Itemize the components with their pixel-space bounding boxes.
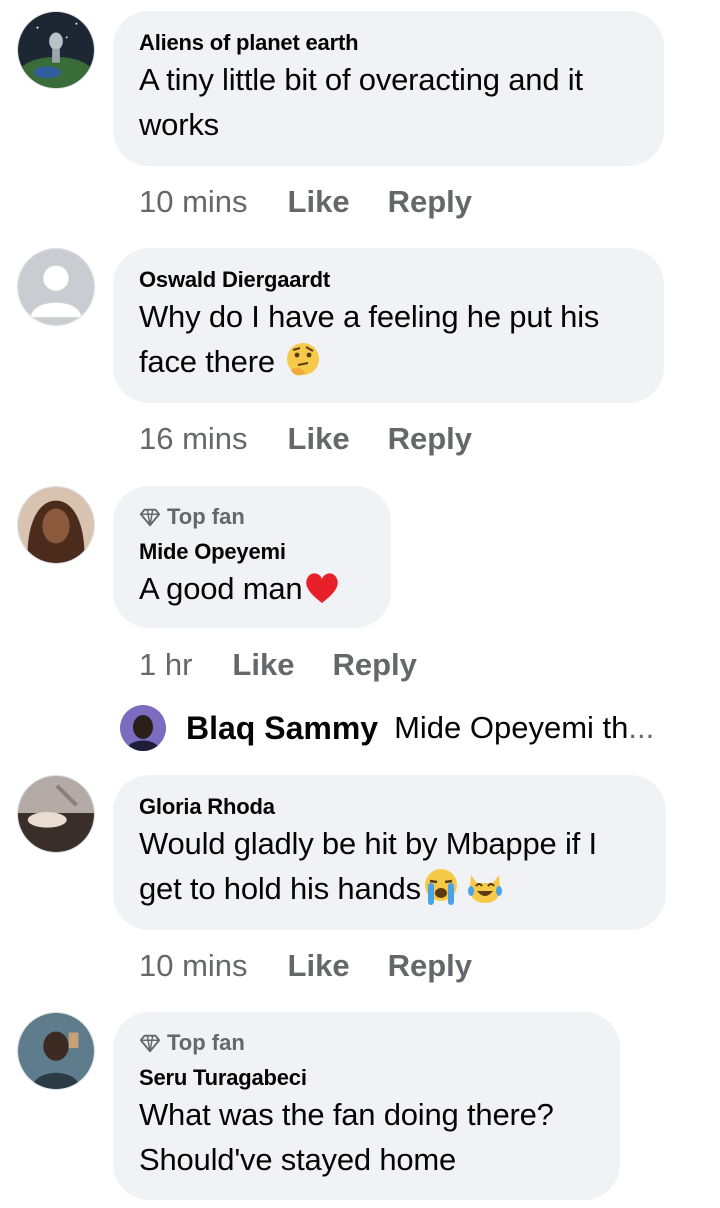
comment-author[interactable]: Gloria Rhoda — [139, 793, 640, 821]
loudly-crying-face-emoji-icon — [421, 867, 461, 907]
comment-bubble-1: Aliens of planet earth A tiny little bit… — [113, 11, 664, 166]
cat-tears-of-joy-emoji-icon — [465, 867, 505, 907]
red-heart-emoji-icon — [302, 567, 342, 607]
reply-text: Mide Opeyemi th... — [394, 710, 655, 745]
reply-button[interactable]: Reply — [388, 184, 472, 220]
like-button[interactable]: Like — [288, 948, 350, 984]
comment-text: Why do I have a feeling he put his face … — [139, 299, 600, 380]
reply-button[interactable]: Reply — [388, 948, 472, 984]
thinking-face-emoji-icon — [283, 340, 323, 380]
reply-preview[interactable]: Blaq Sammy Mide Opeyemi th... — [120, 702, 654, 754]
like-button[interactable]: Like — [232, 647, 294, 683]
comment-bubble-5: Top fan Seru Turagabeci What was the fan… — [113, 1012, 620, 1200]
comment-text: A good man — [139, 566, 365, 611]
avatar-oswald[interactable] — [17, 248, 95, 326]
top-fan-badge: Top fan — [139, 1030, 594, 1056]
diamond-icon — [139, 508, 161, 527]
comment-actions-2: 16 mins Like Reply — [139, 419, 510, 459]
comment-time[interactable]: 16 mins — [139, 421, 248, 457]
comment-time[interactable]: 10 mins — [139, 948, 248, 984]
top-fan-badge: Top fan — [139, 504, 365, 530]
comment-text: What was the fan doing there? Should've … — [139, 1097, 554, 1177]
reply-button[interactable]: Reply — [388, 421, 472, 457]
comment-bubble-2: Oswald Diergaardt Why do I have a feelin… — [113, 248, 664, 403]
comment-bubble-3: Top fan Mide Opeyemi A good man — [113, 486, 391, 628]
comment-actions-1: 10 mins Like Reply — [139, 182, 510, 222]
comment-time[interactable]: 1 hr — [139, 647, 192, 683]
comment-author[interactable]: Oswald Diergaardt — [139, 266, 638, 294]
reply-button[interactable]: Reply — [332, 647, 416, 683]
comment-text: A tiny little bit of overacting and it w… — [139, 62, 583, 142]
avatar-seru[interactable] — [17, 1012, 95, 1090]
like-button[interactable]: Like — [288, 421, 350, 457]
comment-text: Would gladly be hit by Mbappe if I get t… — [139, 826, 597, 907]
comment-actions-4: 10 mins Like Reply — [139, 946, 510, 986]
avatar-gloria[interactable] — [17, 775, 95, 853]
comment-author[interactable]: Seru Turagabeci — [139, 1064, 594, 1092]
comment-actions-3: 1 hr Like Reply — [139, 645, 455, 685]
reply-author[interactable]: Blaq Sammy — [186, 710, 378, 747]
diamond-icon — [139, 1034, 161, 1053]
comment-bubble-4: Gloria Rhoda Would gladly be hit by Mbap… — [113, 775, 666, 930]
avatar-mide[interactable] — [17, 486, 95, 564]
comment-author[interactable]: Aliens of planet earth — [139, 29, 638, 57]
like-button[interactable]: Like — [288, 184, 350, 220]
comment-time[interactable]: 10 mins — [139, 184, 248, 220]
comment-author[interactable]: Mide Opeyemi — [139, 538, 365, 566]
avatar-aliens[interactable] — [17, 11, 95, 89]
avatar-blaq-sammy[interactable] — [120, 705, 166, 751]
